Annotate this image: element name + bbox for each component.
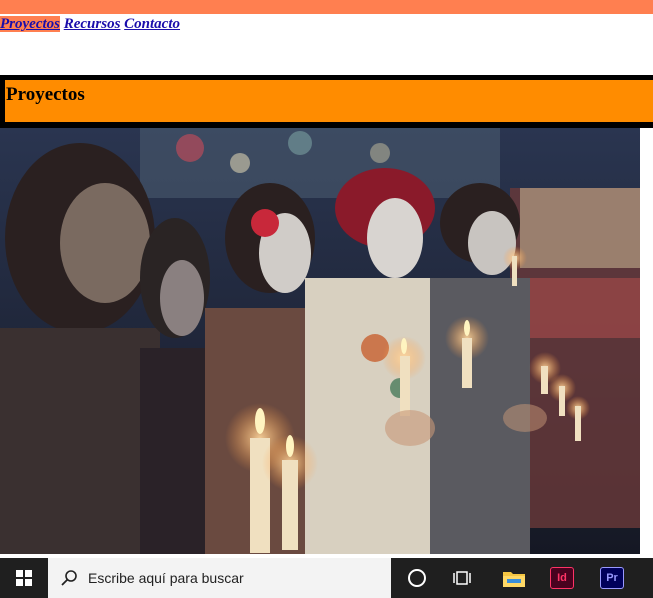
cortana-icon [408,569,426,587]
taskbar-search-box[interactable]: Escribe aquí para buscar [48,558,391,598]
file-explorer-icon [503,572,525,587]
premiere-icon: Pr [600,567,624,589]
nav-link-recursos[interactable]: Recursos [64,16,121,32]
file-explorer-button[interactable] [492,558,536,598]
premiere-button[interactable]: Pr [590,558,634,598]
section-header-box: Proyectos [5,80,653,122]
top-accent-bar [0,0,653,14]
hero-photo-illustration [0,128,640,554]
main-nav: Proyectos Recursos Contacto [0,16,180,33]
task-view-icon [453,571,471,585]
hero-photo [0,128,640,554]
windows-logo-icon [16,570,32,586]
cortana-button[interactable] [395,558,439,598]
indesign-button[interactable]: Id [540,558,584,598]
nav-link-proyectos[interactable]: Proyectos [0,16,60,32]
search-icon [61,570,77,586]
task-view-button[interactable] [441,558,485,598]
windows-taskbar: Escribe aquí para buscar Id Pr [0,558,653,598]
section-header: Proyectos [0,75,653,128]
search-placeholder: Escribe aquí para buscar [88,570,244,586]
indesign-icon: Id [550,567,574,589]
nav-link-contacto[interactable]: Contacto [124,16,180,32]
start-button[interactable] [0,558,48,598]
page-title: Proyectos [6,84,85,105]
